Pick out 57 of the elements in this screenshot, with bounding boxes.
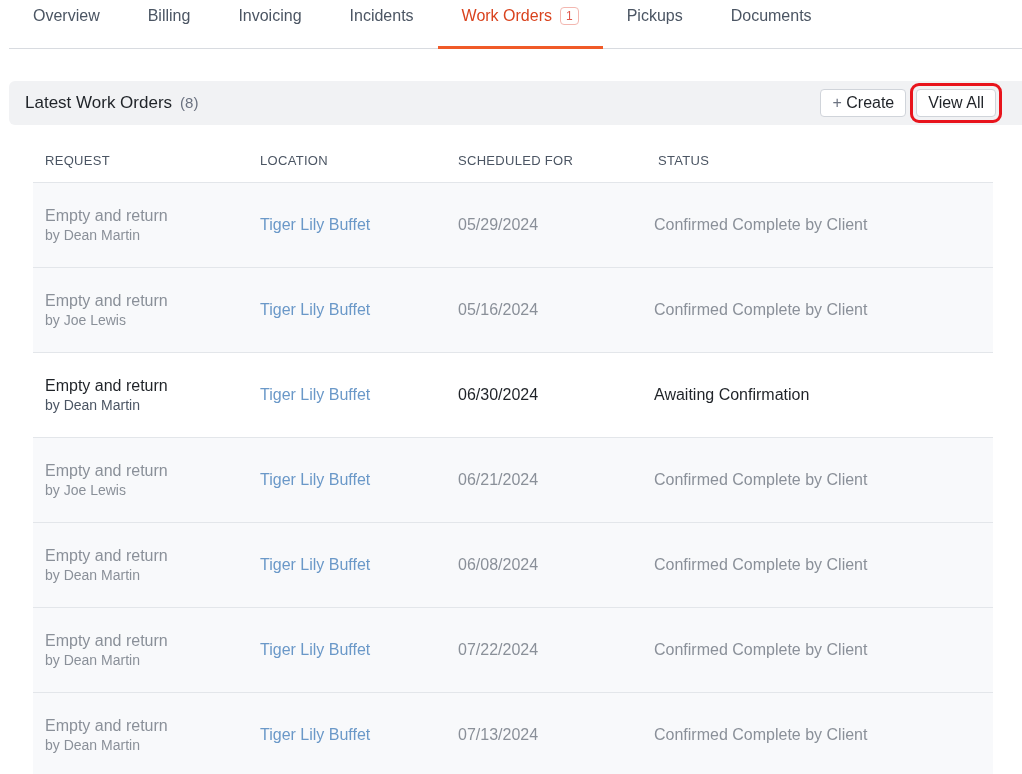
tab[interactable]: Billing <box>123 0 215 49</box>
location-link[interactable]: Tiger Lily Buffet <box>260 301 371 318</box>
tab[interactable]: Invoicing <box>214 0 326 49</box>
table-row[interactable]: Empty and return by Dean Martin Tiger Lily Buffet 07/22/2024 Confirmed Complete by Client <box>33 608 993 693</box>
status-text: Awaiting Confirmation <box>654 386 810 403</box>
request-title: Empty and return <box>45 462 169 480</box>
requester-name: by Joe Lewis <box>45 482 127 498</box>
location-link[interactable]: Tiger Lily Buffet <box>260 556 371 573</box>
tab[interactable]: Documents <box>706 0 836 49</box>
column-header: STATUS <box>657 153 711 168</box>
status-text: Confirmed Complete by Client <box>654 726 868 743</box>
request-title: Empty and return <box>45 632 169 650</box>
request-title: Empty and return <box>45 377 169 395</box>
create-button[interactable]: + Create <box>820 89 907 117</box>
request-title: Empty and return <box>45 717 169 735</box>
request-title: Empty and return <box>45 547 169 565</box>
requester-name: by Dean Martin <box>45 227 141 243</box>
scheduled-date: 06/30/2024 <box>458 386 539 403</box>
requester-name: by Dean Martin <box>45 737 141 753</box>
table-row[interactable]: Empty and return by Dean Martin Tiger Lily Buffet 06/08/2024 Confirmed Complete by Client <box>33 523 993 608</box>
location-link[interactable]: Tiger Lily Buffet <box>260 471 371 488</box>
scheduled-date: 06/08/2024 <box>458 556 539 573</box>
tab[interactable]: Pickups <box>602 0 707 49</box>
view-all-button[interactable]: View All <box>916 89 996 117</box>
tab[interactable]: Overview <box>9 0 124 49</box>
location-link[interactable]: Tiger Lily Buffet <box>260 386 371 403</box>
requester-name: by Joe Lewis <box>45 312 127 328</box>
scheduled-date: 07/22/2024 <box>458 641 539 658</box>
status-text: Confirmed Complete by Client <box>654 471 868 488</box>
tab[interactable]: Work Orders 1 <box>437 0 603 49</box>
section-title: Latest Work Orders <box>25 93 173 113</box>
item-count: (8) <box>180 94 199 111</box>
request-title: Empty and return <box>45 292 169 310</box>
table-row[interactable]: Empty and return by Dean Martin Tiger Lily Buffet 07/13/2024 Confirmed Complete by Client <box>33 693 993 774</box>
tab[interactable]: Incidents <box>325 0 438 49</box>
status-text: Confirmed Complete by Client <box>654 301 868 318</box>
scheduled-date: 07/13/2024 <box>458 726 539 743</box>
status-text: Confirmed Complete by Client <box>654 641 868 658</box>
count-badge: 1 <box>559 7 579 25</box>
request-title: Empty and return <box>45 207 169 225</box>
status-text: Confirmed Complete by Client <box>654 216 868 233</box>
location-link[interactable]: Tiger Lily Buffet <box>260 641 371 658</box>
table-row[interactable]: Empty and return by Joe Lewis Tiger Lily Buffet 06/21/2024 Confirmed Complete by Client <box>33 438 993 523</box>
scheduled-date: 05/29/2024 <box>458 216 539 233</box>
table-row[interactable]: Empty and return by Dean Martin Tiger Lily Buffet 05/29/2024 Confirmed Complete by Client <box>33 183 993 268</box>
location-link[interactable]: Tiger Lily Buffet <box>260 726 371 743</box>
requester-name: by Dean Martin <box>45 652 141 668</box>
requester-name: by Dean Martin <box>45 567 141 583</box>
column-header: REQUEST <box>44 153 111 168</box>
column-header: SCHEDULED FOR <box>457 153 575 168</box>
location-link[interactable]: Tiger Lily Buffet <box>260 216 371 233</box>
requester-name: by Dean Martin <box>45 397 141 413</box>
column-header: LOCATION <box>259 153 329 168</box>
scheduled-date: 06/21/2024 <box>458 471 539 488</box>
scheduled-date: 05/16/2024 <box>458 301 539 318</box>
table-row[interactable]: Empty and return by Joe Lewis Tiger Lily Buffet 05/16/2024 Confirmed Complete by Client <box>33 268 993 353</box>
status-text: Confirmed Complete by Client <box>654 556 868 573</box>
